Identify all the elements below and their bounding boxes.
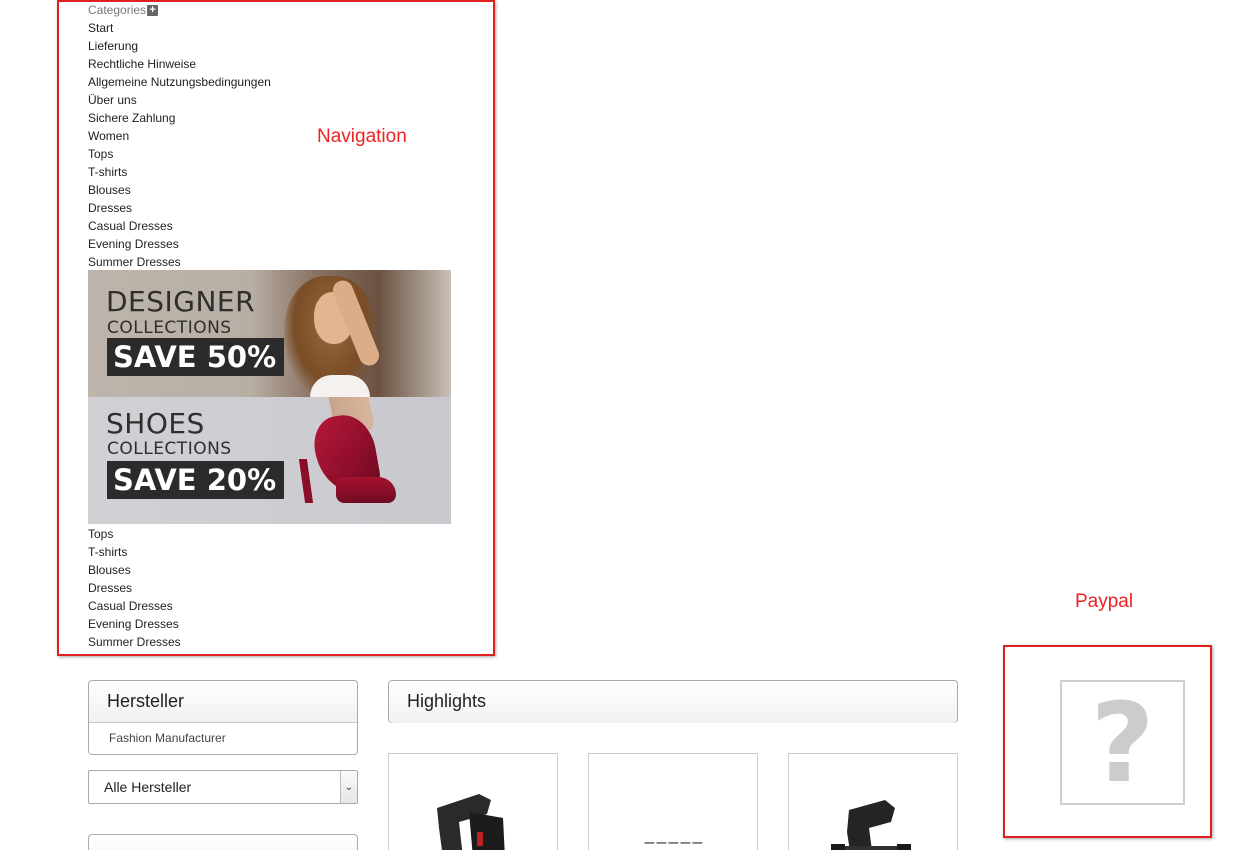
nav-item-evening-dresses[interactable]: Evening Dresses	[88, 615, 181, 633]
manufacturer-panel-title: Hersteller	[89, 681, 357, 723]
nav-item-casual-dresses[interactable]: Casual Dresses	[88, 217, 271, 235]
nav-item-dresses[interactable]: Dresses	[88, 579, 181, 597]
nav-item-rechtliche-hinweise[interactable]: Rechtliche Hinweise	[88, 55, 271, 73]
manufacturer-select-value: Alle Hersteller	[104, 779, 192, 795]
category-list-secondary: Tops T-shirts Blouses Dresses Casual Dre…	[88, 525, 181, 651]
shoe-sole-image	[336, 477, 396, 503]
categories-label: Categories	[88, 3, 147, 17]
nav-item-evening-dresses[interactable]: Evening Dresses	[88, 235, 271, 253]
nav-item-tshirts[interactable]: T-shirts	[88, 163, 271, 181]
nav-item-ueber-uns[interactable]: Über uns	[88, 91, 271, 109]
model-top-image	[310, 375, 370, 397]
categories-header[interactable]: Categories +	[88, 3, 159, 17]
shoes-collections-banner[interactable]: SHOES COLLECTIONS SAVE 20%	[88, 397, 451, 524]
next-panel-title	[89, 835, 357, 850]
nav-item-nutzungsbedingungen[interactable]: Allgemeine Nutzungsbedingungen	[88, 73, 271, 91]
holster-product-image	[437, 794, 505, 850]
banner-promo: SAVE 50%	[107, 338, 285, 376]
nav-item-blouses[interactable]: Blouses	[88, 561, 181, 579]
paypal-image-placeholder[interactable]: ?	[1060, 680, 1185, 805]
nav-item-tops[interactable]: Tops	[88, 525, 181, 543]
product-card[interactable]	[388, 753, 558, 850]
banner-subtitle: COLLECTIONS	[107, 318, 232, 338]
nav-item-lieferung[interactable]: Lieferung	[88, 37, 271, 55]
nav-item-tops[interactable]: Tops	[88, 145, 271, 163]
banner-title: SHOES	[106, 407, 205, 440]
nav-item-blouses[interactable]: Blouses	[88, 181, 271, 199]
nav-item-casual-dresses[interactable]: Casual Dresses	[88, 597, 181, 615]
shoe-heel-image	[298, 459, 314, 503]
highlights-panel-title: Highlights	[389, 681, 957, 723]
manufacturer-select[interactable]: Alle Hersteller ⌄	[88, 770, 358, 804]
category-list: Start Lieferung Rechtliche Hinweise Allg…	[88, 19, 271, 271]
product-card[interactable]	[788, 753, 958, 850]
nav-item-women[interactable]: Women	[88, 127, 271, 145]
manufacturer-link[interactable]: Fashion Manufacturer	[89, 731, 357, 745]
banner-title: DESIGNER	[106, 285, 256, 318]
nav-item-start[interactable]: Start	[88, 19, 271, 37]
designer-collections-banner[interactable]: DESIGNER COLLECTIONS SAVE 50%	[88, 270, 451, 397]
navigation-annotation-label: Navigation	[317, 126, 407, 147]
holster-product-image	[831, 800, 911, 850]
paypal-annotation-label: Paypal	[1075, 591, 1134, 612]
nav-item-summer-dresses[interactable]: Summer Dresses	[88, 253, 271, 271]
nav-item-tshirts[interactable]: T-shirts	[88, 543, 181, 561]
nav-item-dresses[interactable]: Dresses	[88, 199, 271, 217]
brand-logo-image: —————	[642, 836, 706, 849]
banner-promo: SAVE 20%	[107, 461, 285, 499]
next-panel	[88, 834, 358, 850]
product-card[interactable]: —————	[588, 753, 758, 850]
nav-item-summer-dresses[interactable]: Summer Dresses	[88, 633, 181, 651]
highlights-panel: Highlights	[388, 680, 958, 723]
chevron-down-icon[interactable]: ⌄	[340, 771, 357, 803]
banner-subtitle: COLLECTIONS	[107, 439, 232, 459]
manufacturer-panel: Hersteller Fashion Manufacturer	[88, 680, 358, 755]
plus-icon[interactable]: +	[147, 4, 159, 16]
question-mark-icon: ?	[1090, 678, 1155, 807]
nav-item-sichere-zahlung[interactable]: Sichere Zahlung	[88, 109, 271, 127]
